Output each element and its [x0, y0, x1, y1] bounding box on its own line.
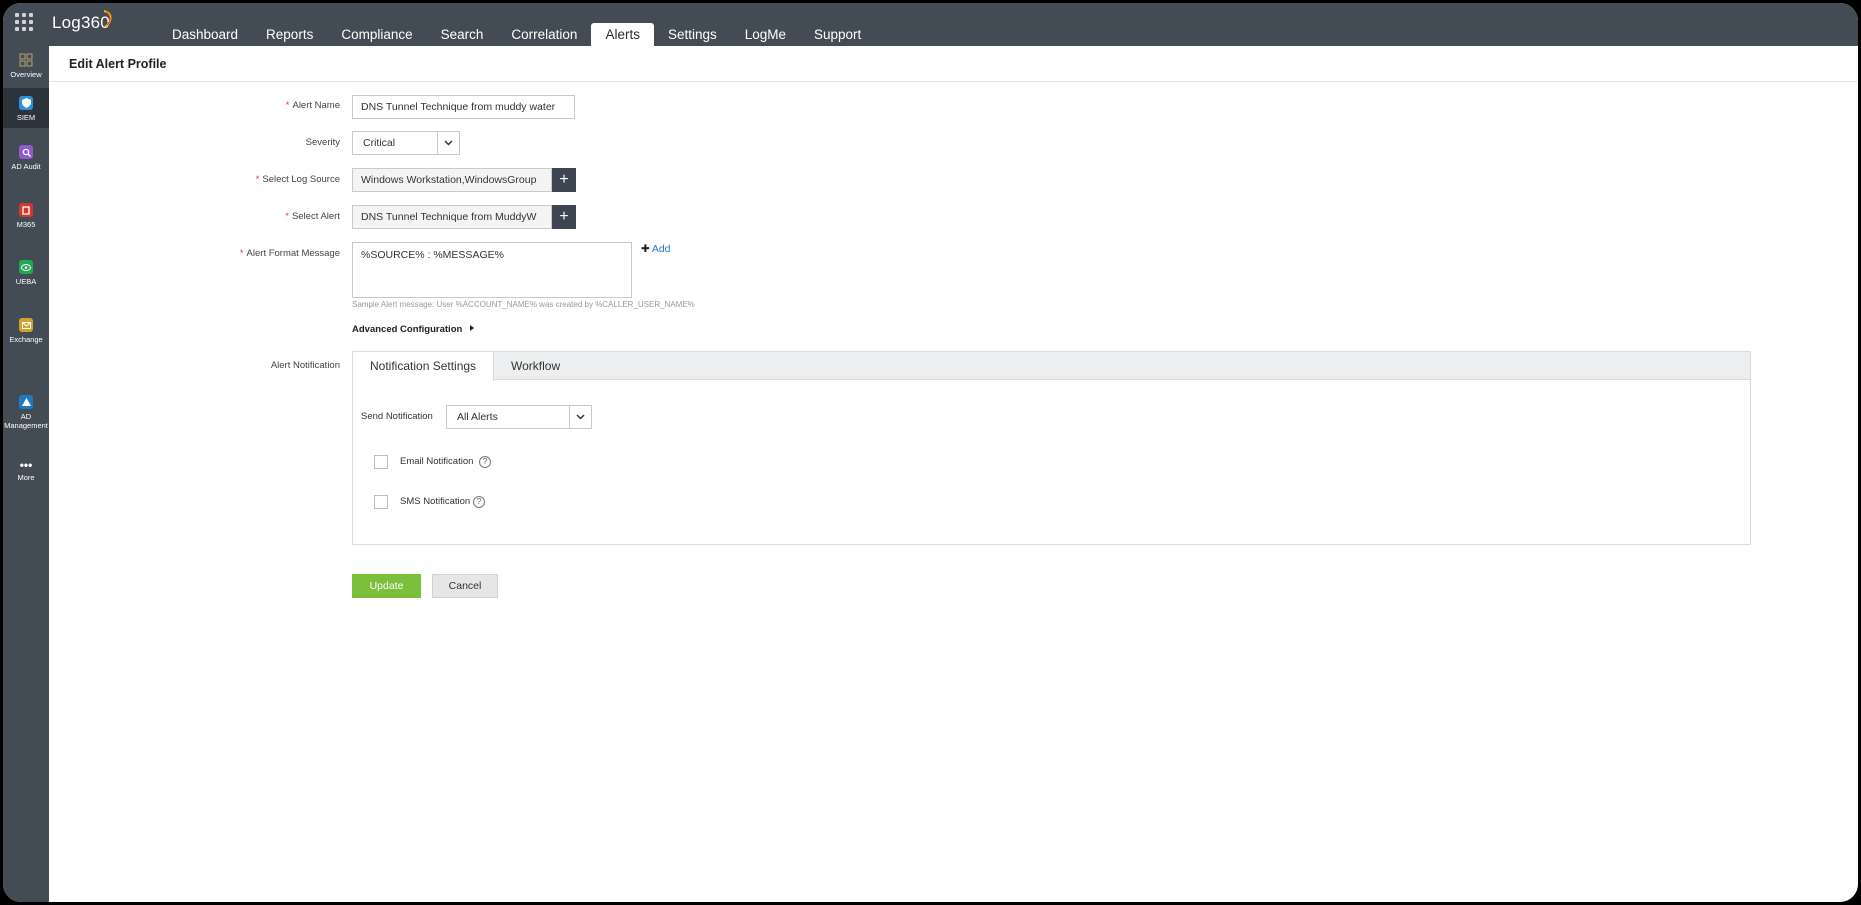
person-icon	[19, 395, 33, 409]
nav-tab-search[interactable]: Search	[427, 23, 498, 46]
sidebar-item-ad-management[interactable]: AD Management	[3, 393, 49, 445]
help-icon[interactable]: ?	[479, 456, 491, 468]
notification-panel: Notification Settings Workflow Send Noti…	[352, 351, 1751, 545]
shield-icon	[19, 96, 33, 110]
log-source-field[interactable]: Windows Workstation,WindowsGroup	[352, 168, 552, 192]
page-title: Edit Alert Profile	[69, 57, 167, 71]
log-source-label: * Select Log Source	[255, 174, 340, 185]
alert-name-label: * Alert Name	[285, 100, 340, 111]
sidebar-item-label: AD	[20, 412, 32, 421]
chevron-down-icon	[569, 406, 591, 428]
nav-tab-support[interactable]: Support	[800, 23, 875, 46]
sidebar-item-label: M365	[16, 220, 36, 229]
nav-tab-logme[interactable]: LogMe	[731, 23, 800, 46]
alert-name-input[interactable]: DNS Tunnel Technique from muddy water	[352, 95, 575, 119]
plus-icon: +	[559, 208, 569, 225]
nav-tab-compliance[interactable]: Compliance	[327, 23, 426, 46]
email-notification-label: Email Notification	[400, 456, 474, 467]
plus-icon: +	[559, 171, 569, 188]
send-notification-label: Send Notification	[361, 411, 433, 422]
content-header: Edit Alert Profile	[49, 46, 1858, 82]
help-icon[interactable]: ?	[473, 496, 485, 508]
eye-icon	[19, 260, 33, 274]
sidebar-item-overview[interactable]: Overview	[3, 46, 49, 86]
severity-label: Severity	[305, 137, 340, 148]
cancel-button[interactable]: Cancel	[432, 574, 498, 598]
office-icon	[19, 203, 33, 217]
sidebar: Overview SIEM AD Audit M365 UEBA Exchang…	[3, 46, 49, 902]
sidebar-item-label: More	[17, 473, 35, 482]
sms-notification-label: SMS Notification	[400, 496, 471, 507]
plus-icon: ✚	[641, 243, 650, 255]
sidebar-item-siem[interactable]: SIEM	[3, 88, 49, 128]
sidebar-item-exchange[interactable]: Exchange	[3, 310, 49, 350]
sms-notification-checkbox[interactable]	[374, 495, 388, 509]
send-notification-value: All Alerts	[457, 411, 498, 423]
more-icon: •••	[19, 457, 33, 472]
mail-icon	[19, 318, 33, 332]
nav-tab-reports[interactable]: Reports	[252, 23, 327, 46]
advanced-configuration-toggle[interactable]: Advanced Configuration	[352, 324, 475, 335]
sidebar-item-label: Management	[4, 421, 48, 430]
severity-select[interactable]: Critical	[352, 131, 460, 155]
caret-right-icon	[469, 325, 474, 331]
nav-tab-settings[interactable]: Settings	[654, 23, 731, 46]
add-macro-link[interactable]: ✚ Add	[641, 243, 671, 255]
notification-tabs: Notification Settings Workflow	[353, 352, 1750, 381]
nav-tab-dashboard[interactable]: Dashboard	[158, 23, 252, 46]
sidebar-item-more[interactable]: ••• More	[3, 457, 49, 500]
main-nav: Dashboard Reports Compliance Search Corr…	[158, 23, 875, 46]
send-notification-select[interactable]: All Alerts	[446, 405, 592, 429]
format-message-label: * Alert Format Message	[239, 248, 340, 259]
sample-message-hint: Sample Alert message: User %ACCOUNT_NAME…	[352, 300, 695, 309]
nav-tab-correlation[interactable]: Correlation	[497, 23, 591, 46]
sidebar-item-ad-audit[interactable]: AD Audit	[3, 137, 49, 177]
update-button[interactable]: Update	[352, 574, 421, 598]
chevron-down-icon	[437, 132, 459, 154]
add-log-source-button[interactable]: +	[552, 168, 576, 192]
top-bar: Log360 Dashboard Reports Compliance Sear…	[3, 3, 1858, 46]
grid-icon	[19, 53, 33, 67]
sidebar-item-label: Exchange	[9, 335, 43, 344]
search-icon	[19, 145, 33, 159]
tab-workflow[interactable]: Workflow	[494, 352, 577, 380]
tab-notification-settings[interactable]: Notification Settings	[353, 352, 495, 381]
sidebar-item-m365[interactable]: M365	[3, 195, 49, 235]
alert-notification-label: Alert Notification	[270, 360, 340, 371]
select-alert-field[interactable]: DNS Tunnel Technique from MuddyW	[352, 205, 552, 229]
format-message-textarea[interactable]: %SOURCE% : %MESSAGE%	[352, 242, 632, 298]
severity-value: Critical	[363, 137, 396, 149]
logo-swoosh-icon	[103, 10, 112, 28]
sidebar-item-ueba[interactable]: UEBA	[3, 252, 49, 292]
app-window: Log360 Dashboard Reports Compliance Sear…	[3, 3, 1858, 902]
sidebar-item-label: SIEM	[16, 113, 36, 122]
sidebar-item-label: Overview	[10, 70, 42, 79]
app-launcher-icon[interactable]	[15, 13, 33, 31]
sidebar-item-label: UEBA	[15, 277, 37, 286]
email-notification-checkbox[interactable]	[374, 455, 388, 469]
add-alert-button[interactable]: +	[552, 205, 576, 229]
sidebar-item-label: AD Audit	[11, 162, 41, 171]
select-alert-label: * Select Alert	[285, 211, 340, 222]
nav-tab-alerts[interactable]: Alerts	[591, 23, 654, 46]
